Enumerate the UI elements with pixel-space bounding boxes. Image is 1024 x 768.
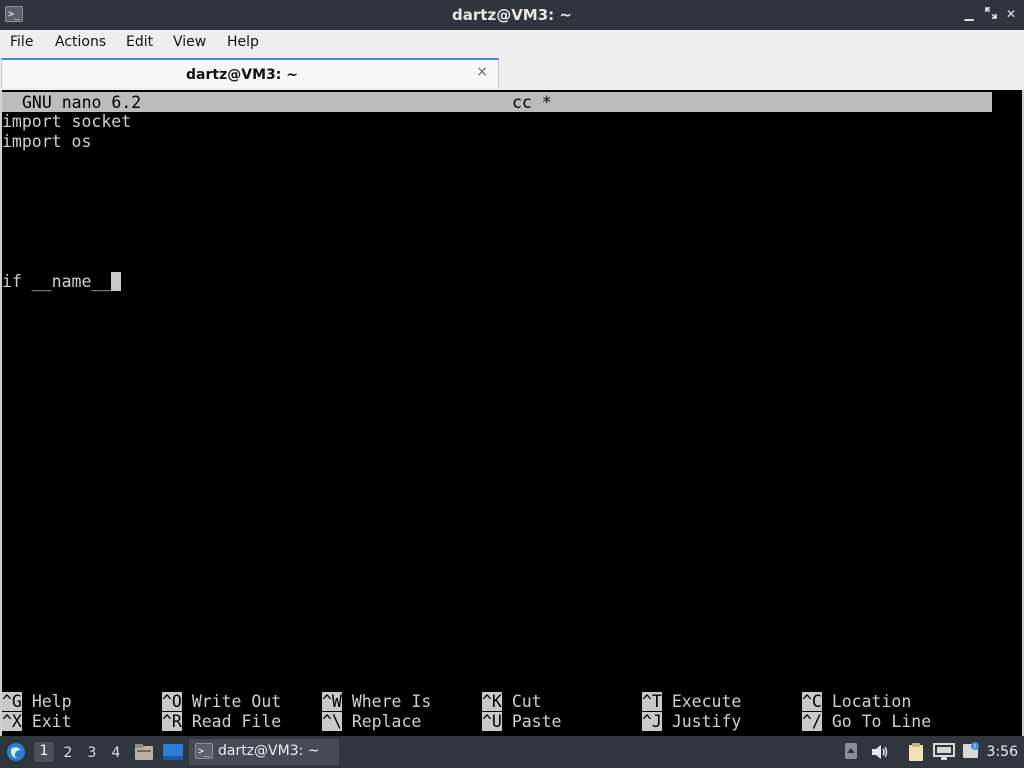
- menu-view[interactable]: View: [173, 34, 206, 50]
- shortcut-read-file: ^R Read File: [162, 712, 282, 731]
- shortcut-where-is: ^W Where Is: [322, 692, 432, 711]
- terminal-task-icon: >_: [195, 743, 213, 759]
- code-line-current: if __name__: [2, 272, 122, 292]
- nano-filename: cc *: [512, 93, 552, 112]
- menu-help[interactable]: Help: [227, 34, 259, 50]
- workspace-1[interactable]: 1: [34, 742, 54, 762]
- workspace-4[interactable]: 4: [106, 744, 126, 764]
- menu-bar: File Actions Edit View Help: [0, 30, 1024, 56]
- menu-actions[interactable]: Actions: [55, 34, 106, 50]
- shortcut-justify: ^J Justify: [642, 712, 742, 731]
- taskbar-task-terminal[interactable]: >_ dartz@VM3: ~: [189, 739, 339, 765]
- shortcut-go-to-line: ^/ Go To Line: [802, 712, 932, 731]
- start-menu-icon[interactable]: [6, 742, 26, 766]
- code-line: import os: [2, 132, 92, 151]
- terminal-tab[interactable]: dartz@VM3: ~ ×: [1, 58, 499, 88]
- minimize-icon[interactable]: ▁: [962, 7, 976, 21]
- close-icon[interactable]: ✕: [1004, 7, 1018, 21]
- shortcut-exit: ^X Exit: [2, 712, 72, 731]
- code-line-text: if __name__: [2, 272, 112, 291]
- text-cursor: [111, 272, 122, 291]
- window-title: dartz@VM3: ~: [452, 6, 572, 24]
- tab-close-icon[interactable]: ×: [476, 64, 488, 80]
- clock[interactable]: 3:56: [987, 744, 1018, 760]
- shortcut-cut: ^K Cut: [482, 692, 542, 711]
- shortcut-replace: ^\ Replace: [322, 712, 422, 731]
- notification-icon[interactable]: !: [961, 741, 981, 765]
- menu-edit[interactable]: Edit: [126, 34, 153, 50]
- workspace-2[interactable]: 2: [58, 744, 78, 764]
- workspace-3[interactable]: 3: [82, 744, 102, 764]
- clipboard-icon[interactable]: [906, 742, 926, 766]
- shortcut-help: ^G Help: [2, 692, 72, 711]
- shortcut-write-out: ^O Write Out: [162, 692, 282, 711]
- shortcut-paste: ^U Paste: [482, 712, 562, 731]
- nano-title-bar: GNU nano 6.2 cc *: [2, 92, 992, 112]
- svg-text:!: !: [974, 743, 977, 751]
- terminal-area[interactable]: GNU nano 6.2 cc * import socket import o…: [0, 90, 1024, 736]
- menu-file[interactable]: File: [10, 34, 33, 50]
- code-line: import socket: [2, 112, 132, 131]
- shortcut-execute: ^T Execute: [642, 692, 742, 711]
- maximize-icon[interactable]: [984, 7, 998, 21]
- tab-label: dartz@VM3: ~: [186, 67, 298, 83]
- network-icon[interactable]: [933, 742, 955, 766]
- volume-icon[interactable]: [870, 743, 890, 765]
- nano-version: GNU nano 6.2: [22, 93, 142, 112]
- task-label: dartz@VM3: ~: [218, 743, 320, 759]
- file-manager-icon[interactable]: [134, 743, 154, 765]
- window-titlebar: >_ dartz@VM3: ~ ▁ ✕: [0, 0, 1024, 30]
- scroll-up-icon[interactable]: [844, 742, 858, 764]
- taskbar: 1 2 3 4 >_ dartz@VM3: ~ ! 3:56: [0, 736, 1024, 768]
- tab-bar: dartz@VM3: ~ ×: [0, 56, 1024, 90]
- shortcut-location: ^C Location: [802, 692, 912, 711]
- show-desktop-icon[interactable]: [162, 743, 184, 765]
